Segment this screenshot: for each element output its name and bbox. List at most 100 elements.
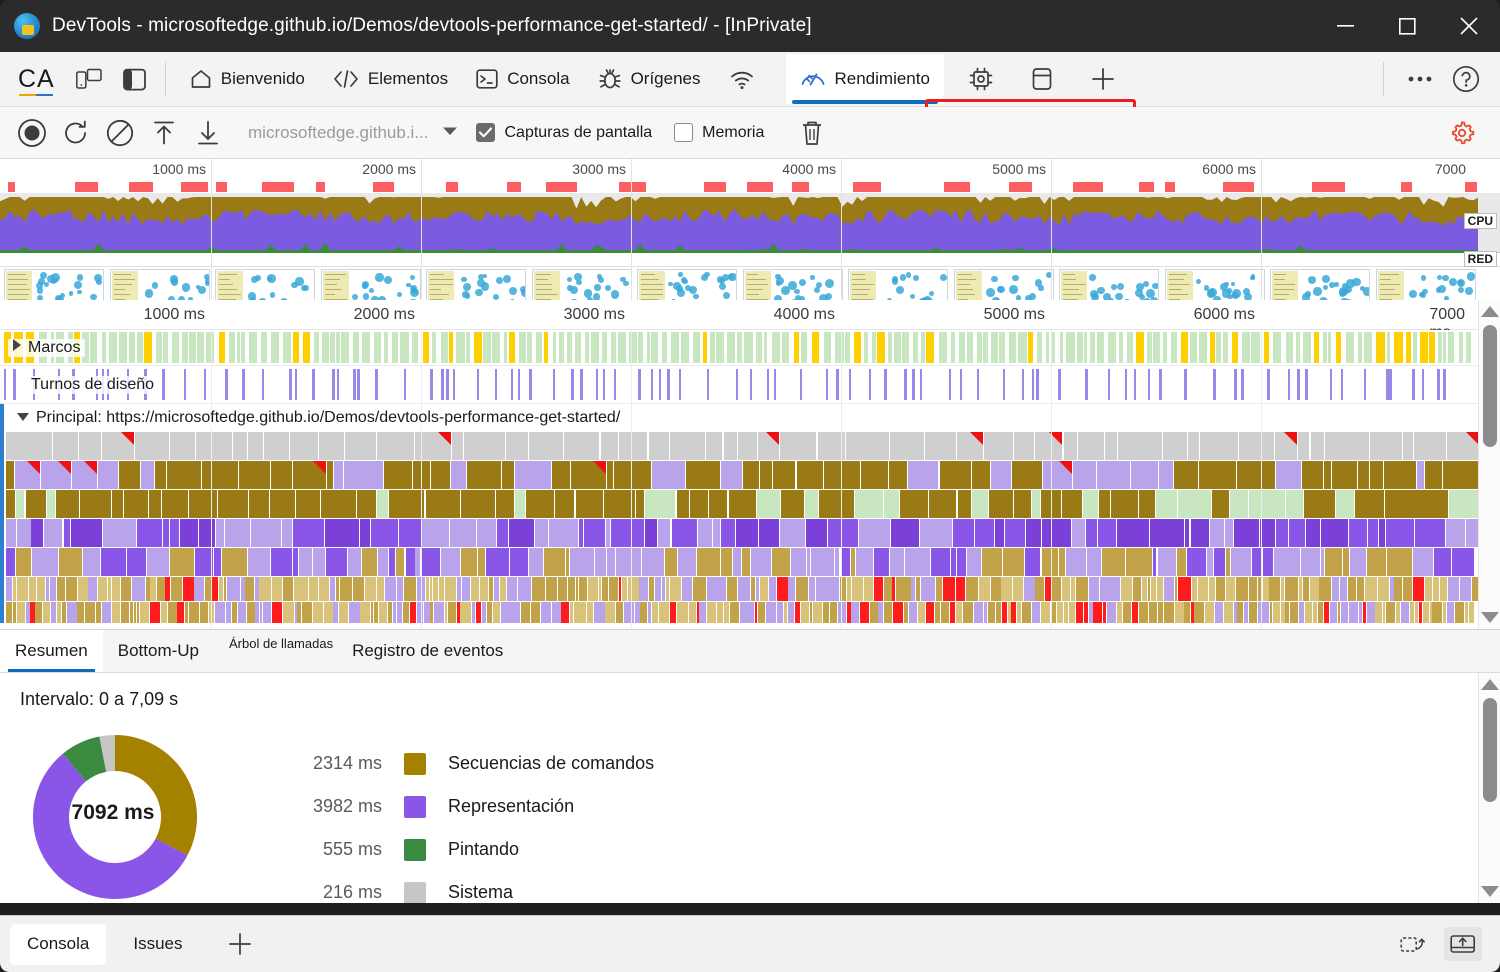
upload-profile-button[interactable]: [142, 111, 186, 155]
flame-block[interactable]: [26, 602, 30, 623]
flame-block[interactable]: [566, 548, 569, 576]
flame-block[interactable]: [1403, 577, 1412, 601]
download-profile-button[interactable]: [186, 111, 230, 155]
flame-block[interactable]: [521, 602, 530, 623]
flame-block[interactable]: [780, 519, 805, 547]
flame-block[interactable]: [53, 432, 78, 460]
flame-block[interactable]: [1434, 548, 1451, 576]
flame-block[interactable]: [1263, 548, 1273, 576]
flame-block[interactable]: [1083, 490, 1098, 518]
flame-block[interactable]: [655, 577, 661, 601]
flame-block[interactable]: [271, 548, 292, 576]
flame-block[interactable]: [1275, 432, 1297, 460]
flame-block[interactable]: [1097, 461, 1130, 489]
flame-block[interactable]: [378, 548, 387, 576]
dock-to-bottom-icon[interactable]: [1444, 927, 1482, 961]
flame-block[interactable]: [1064, 602, 1069, 623]
flame-block[interactable]: [293, 548, 298, 576]
flame-block[interactable]: [1318, 602, 1323, 623]
flame-block[interactable]: [552, 461, 570, 489]
flame-block[interactable]: [1032, 602, 1041, 623]
flame-block[interactable]: [632, 432, 648, 460]
flame-block[interactable]: [374, 602, 378, 623]
summary-scroll-down-arrow-icon[interactable]: [1481, 886, 1499, 897]
flame-block[interactable]: [1274, 548, 1300, 576]
flame-block[interactable]: [6, 432, 52, 460]
flame-block[interactable]: [1052, 577, 1061, 601]
flame-block[interactable]: [758, 432, 779, 460]
flame-block[interactable]: [334, 461, 343, 489]
flame-block[interactable]: [56, 490, 79, 518]
flame-block[interactable]: [1403, 432, 1413, 460]
flame-block[interactable]: [1194, 602, 1204, 623]
flame-block[interactable]: [297, 602, 301, 623]
flame-block[interactable]: [908, 461, 939, 489]
flame-block[interactable]: [1249, 490, 1285, 518]
flame-block[interactable]: [215, 602, 225, 623]
flame-block[interactable]: [738, 432, 756, 460]
flame-block[interactable]: [678, 548, 696, 576]
flame-block[interactable]: [706, 432, 722, 460]
flame-block[interactable]: [636, 490, 644, 518]
flame-block[interactable]: [619, 432, 631, 460]
flame-block[interactable]: [652, 461, 685, 489]
flame-block[interactable]: [1011, 602, 1016, 623]
flame-block[interactable]: [1043, 461, 1072, 489]
flame-block[interactable]: [1370, 432, 1402, 460]
flame-block[interactable]: [185, 602, 188, 623]
flame-block[interactable]: [921, 577, 935, 601]
flame-block[interactable]: [1234, 519, 1260, 547]
flame-block[interactable]: [403, 602, 410, 623]
flame-block[interactable]: [1042, 519, 1071, 547]
flame-block[interactable]: [162, 490, 188, 518]
flame-block[interactable]: [847, 602, 850, 623]
flame-block[interactable]: [1443, 602, 1446, 623]
flame-block[interactable]: [1378, 577, 1388, 601]
flame-block[interactable]: [66, 577, 77, 601]
flame-block[interactable]: [1310, 577, 1319, 601]
flame-block[interactable]: [645, 490, 675, 518]
flame-block[interactable]: [884, 490, 899, 518]
flame-block[interactable]: [609, 577, 618, 601]
flame-block[interactable]: [806, 519, 827, 547]
flame-block[interactable]: [795, 602, 800, 623]
flame-block[interactable]: [44, 519, 63, 547]
flame-block[interactable]: [339, 602, 348, 623]
flame-block[interactable]: [893, 602, 903, 623]
flame-block[interactable]: [1303, 577, 1309, 601]
sidebar-toggle-icon[interactable]: [115, 59, 155, 99]
flame-block[interactable]: [489, 577, 493, 601]
flame-block[interactable]: [321, 490, 356, 518]
flame-block[interactable]: [1184, 602, 1189, 623]
flame-block[interactable]: [389, 548, 395, 576]
flame-block[interactable]: [780, 432, 817, 460]
flame-block[interactable]: [293, 519, 325, 547]
flame-block[interactable]: [1289, 519, 1305, 547]
flame-block[interactable]: [32, 548, 58, 576]
flame-block[interactable]: [911, 577, 915, 601]
flame-block[interactable]: [324, 602, 333, 623]
flame-block[interactable]: [410, 602, 416, 623]
flame-block[interactable]: [1105, 432, 1117, 460]
flame-block[interactable]: [439, 577, 444, 601]
flame-block[interactable]: [984, 432, 1014, 460]
flame-block[interactable]: [916, 577, 920, 601]
flame-block[interactable]: [991, 577, 1001, 601]
flame-block[interactable]: [1089, 602, 1093, 623]
flame-block[interactable]: [1062, 577, 1070, 601]
flame-block[interactable]: [1384, 461, 1416, 489]
flame-block[interactable]: [1313, 602, 1317, 623]
flame-block[interactable]: [424, 602, 430, 623]
flame-block[interactable]: [972, 490, 987, 518]
flame-block[interactable]: [686, 461, 720, 489]
flame-block[interactable]: [659, 602, 669, 623]
flame-block[interactable]: [1164, 602, 1174, 623]
close-button[interactable]: [1438, 0, 1500, 52]
flame-block[interactable]: [827, 577, 839, 601]
flame-block[interactable]: [430, 577, 432, 601]
flame-block[interactable]: [1386, 519, 1414, 547]
flame-block[interactable]: [1304, 490, 1335, 518]
flame-block[interactable]: [17, 519, 31, 547]
flame-block[interactable]: [614, 461, 651, 489]
flame-block[interactable]: [904, 602, 908, 623]
